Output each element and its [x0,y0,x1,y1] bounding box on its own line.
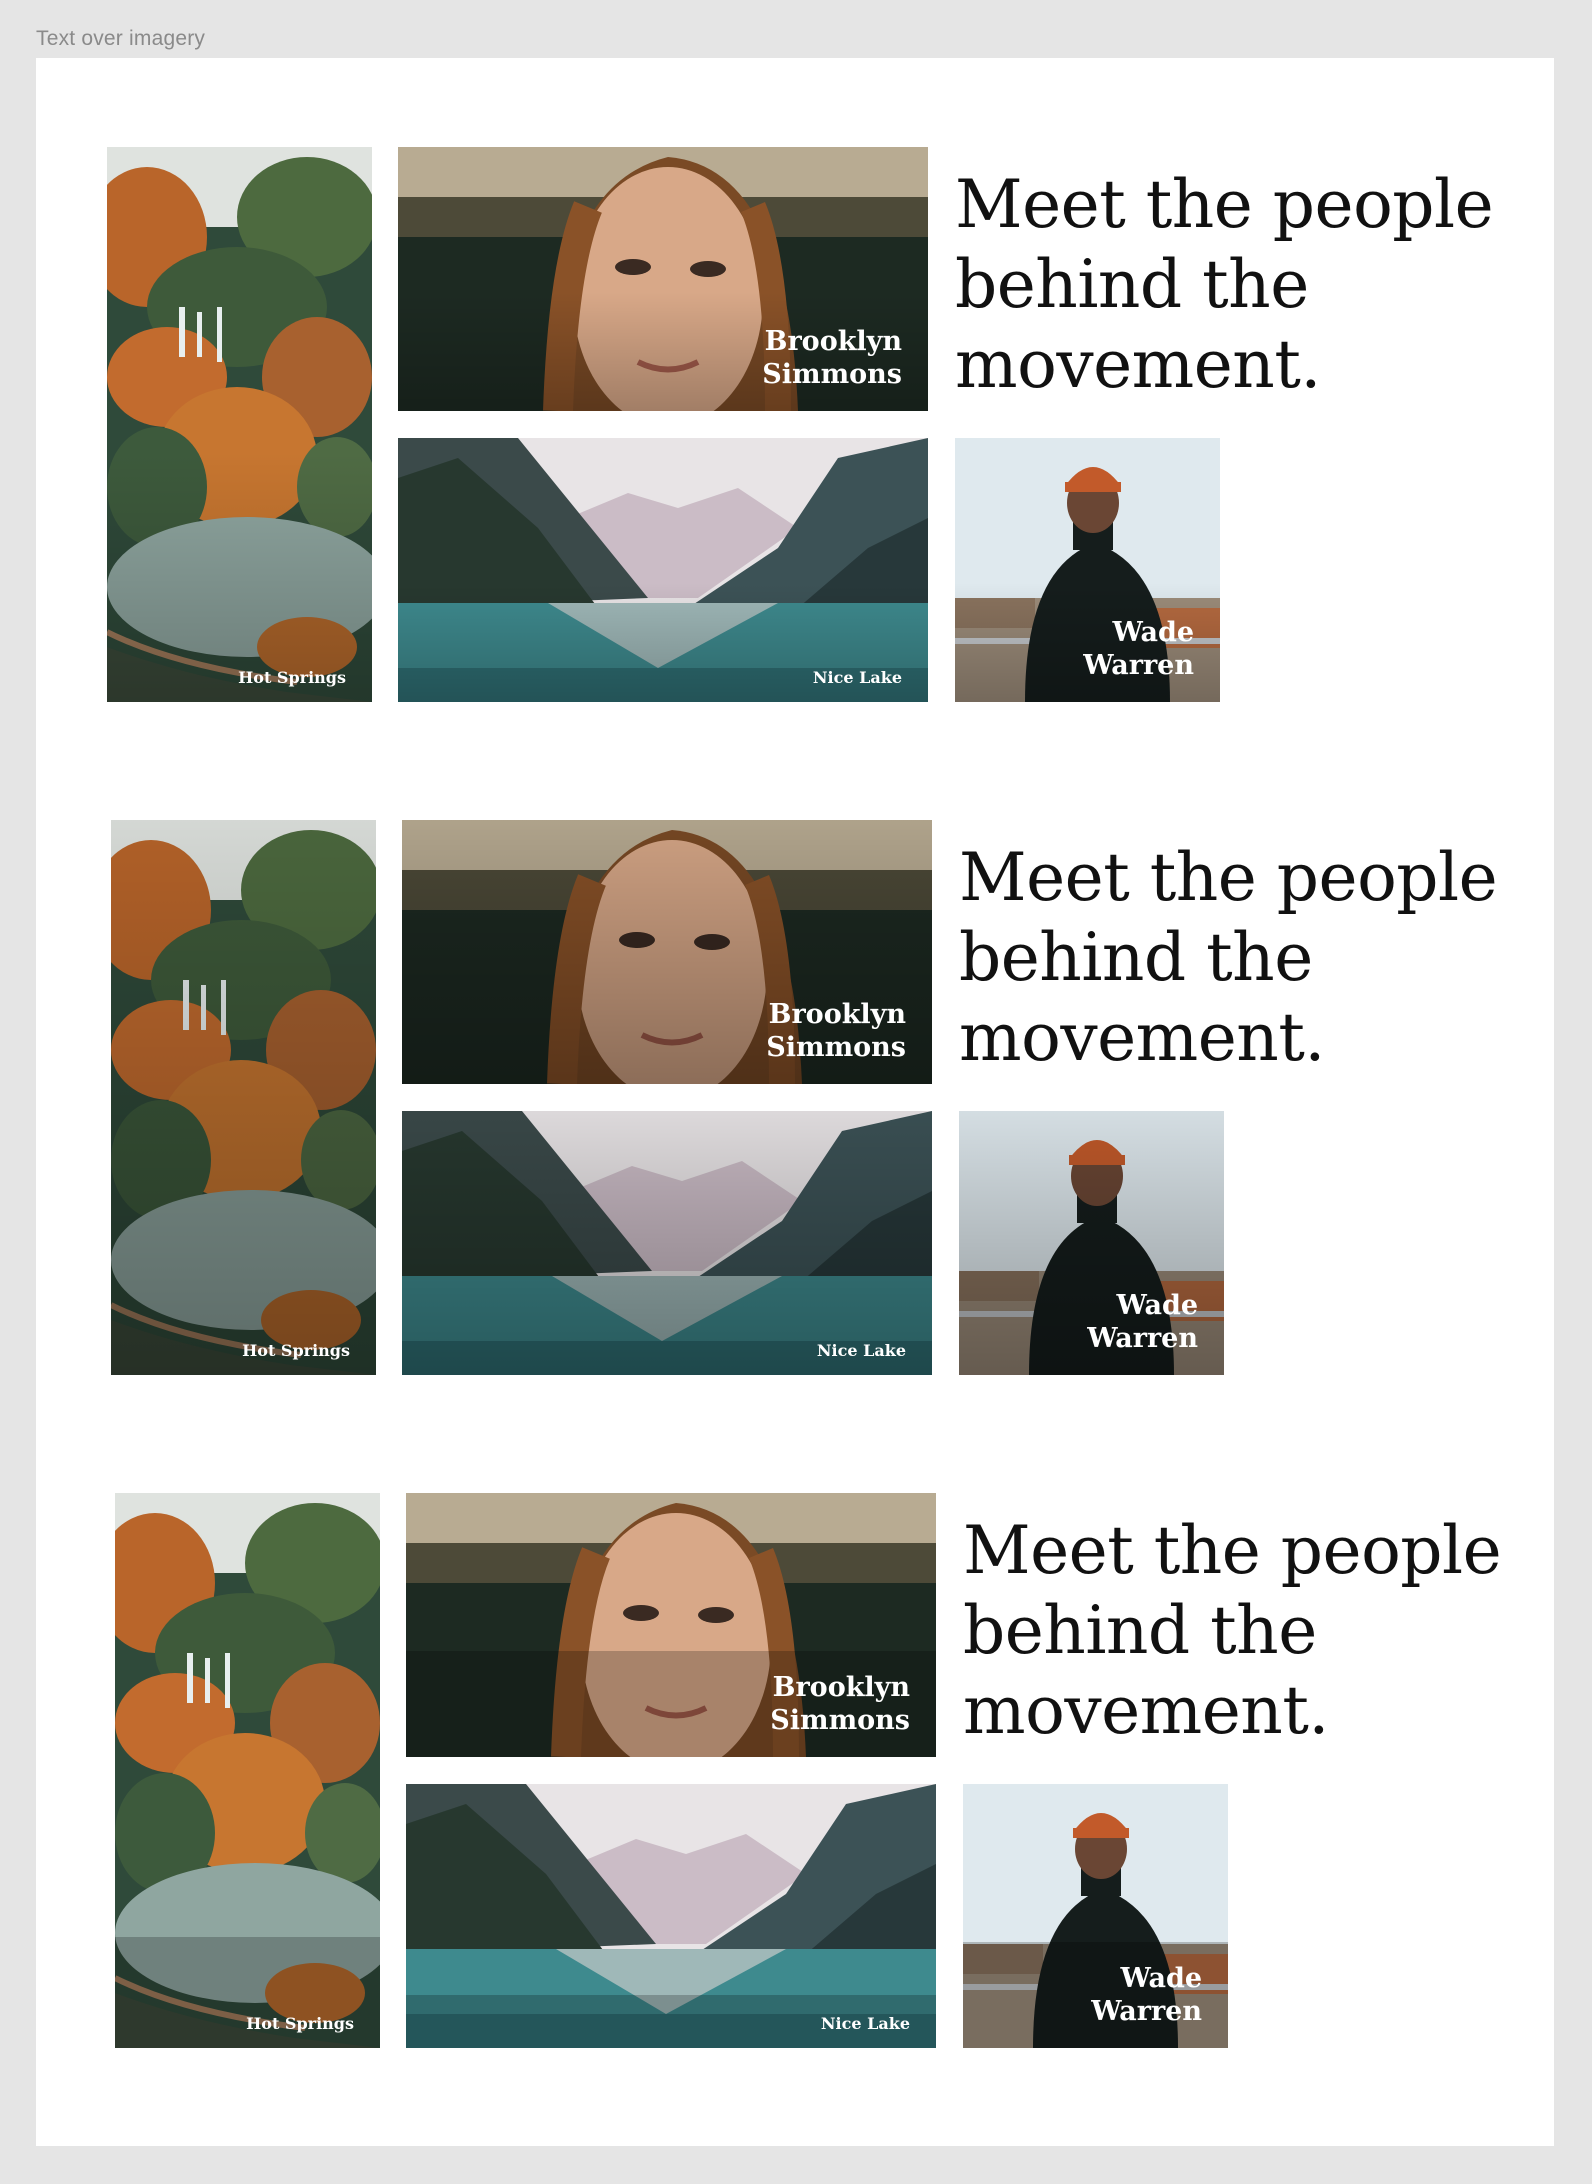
photo-caption: Brooklyn Simmons [766,999,906,1063]
photo-caption: Nice Lake [812,668,902,687]
artboard-frame: Hot Springs Brooklyn Simmons Nice Lake W… [36,58,1554,2146]
mountain-lake-image [406,1784,936,2048]
mountain-lake-image [398,438,928,702]
photo-caption: Wade Warren [1087,1290,1198,1354]
photo-caption: Brooklyn Simmons [770,1672,910,1736]
brooklyn-simmons-photo-card[interactable]: Brooklyn Simmons [398,147,928,411]
headline: Meet the people behind the movement. [963,1512,1502,1749]
photo-caption: Hot Springs [238,668,346,687]
text-over-imagery-section: Hot Springs Brooklyn Simmons Nice Lake W… [107,147,1494,702]
brooklyn-simmons-photo-card[interactable]: Brooklyn Simmons [406,1493,936,1757]
hot-springs-photo-card[interactable]: Hot Springs [107,147,372,702]
hot-springs-photo-card[interactable]: Hot Springs [115,1493,380,2048]
frame-label: Text over imagery [36,27,206,50]
nice-lake-photo-card[interactable]: Nice Lake [398,438,928,702]
wade-warren-photo-card[interactable]: Wade Warren [955,438,1220,702]
nice-lake-photo-card[interactable]: Nice Lake [402,1111,932,1375]
photo-caption: Hot Springs [246,2014,354,2033]
photo-caption: Nice Lake [820,2014,910,2033]
text-over-imagery-section: Hot Springs Brooklyn Simmons Nice Lake W… [111,820,1498,1375]
mountain-lake-image [402,1111,932,1375]
headline: Meet the people behind the movement. [955,166,1494,403]
brooklyn-simmons-photo-card[interactable]: Brooklyn Simmons [402,820,932,1084]
forest-waterfall-image [111,820,376,1375]
photo-caption: Nice Lake [816,1341,906,1360]
photo-caption: Hot Springs [242,1341,350,1360]
photo-caption: Wade Warren [1091,1963,1202,2027]
text-over-imagery-section: Hot Springs Brooklyn Simmons Nice Lake W… [115,1493,1502,2048]
headline: Meet the people behind the movement. [959,839,1498,1076]
nice-lake-photo-card[interactable]: Nice Lake [406,1784,936,2048]
wade-warren-photo-card[interactable]: Wade Warren [959,1111,1224,1375]
photo-caption: Brooklyn Simmons [762,326,902,390]
forest-waterfall-image [107,147,372,702]
hot-springs-photo-card[interactable]: Hot Springs [111,820,376,1375]
forest-waterfall-image [115,1493,380,2048]
photo-caption: Wade Warren [1083,617,1194,681]
wade-warren-photo-card[interactable]: Wade Warren [963,1784,1228,2048]
